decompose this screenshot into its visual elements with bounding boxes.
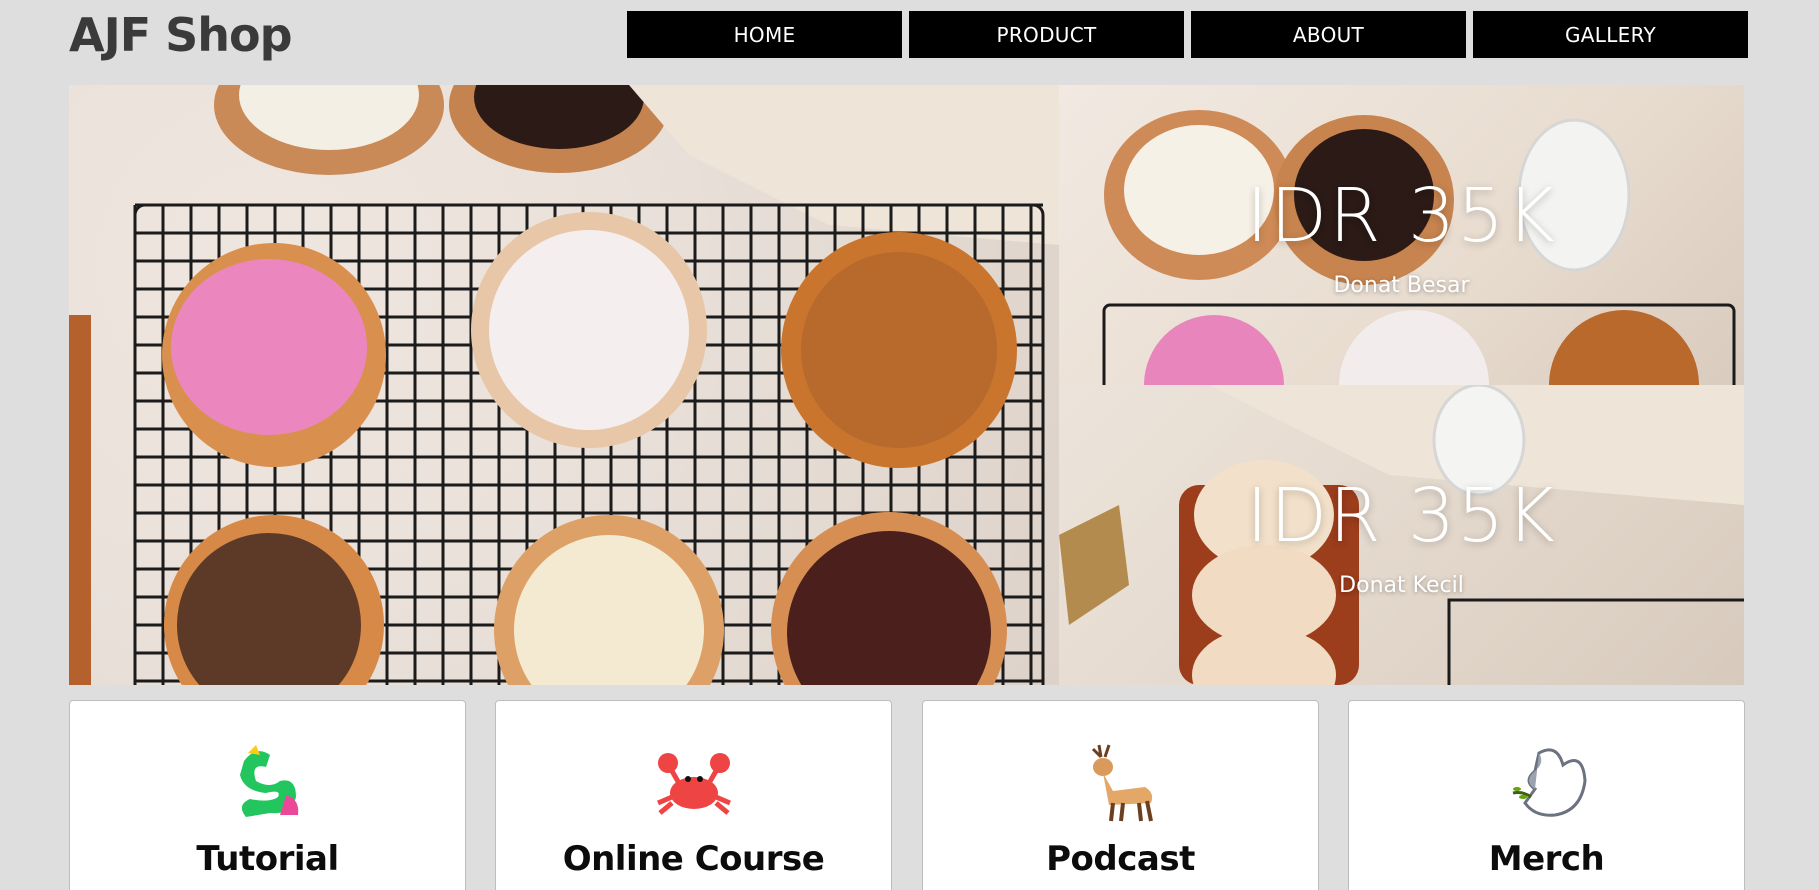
- promo-price: IDR 35K: [1246, 472, 1557, 559]
- nav-gallery[interactable]: GALLERY: [1473, 11, 1748, 58]
- nav-about[interactable]: ABOUT: [1191, 11, 1466, 58]
- promo-name: Donat Kecil: [1339, 572, 1464, 598]
- main-nav: HOME PRODUCT ABOUT GALLERY: [627, 11, 1748, 58]
- hero-donuts-image: [69, 85, 1059, 685]
- card-tutorial[interactable]: Tutorial: [69, 700, 466, 890]
- card-label: Online Course: [562, 839, 825, 879]
- crab-icon: [656, 753, 731, 815]
- promo-price: IDR 35K: [1246, 172, 1557, 259]
- dove-icon: [1512, 748, 1587, 817]
- card-podcast[interactable]: Podcast: [922, 700, 1319, 890]
- card-online-course[interactable]: Online Course: [495, 700, 892, 890]
- nav-product[interactable]: PRODUCT: [909, 11, 1184, 58]
- card-merch[interactable]: Merch: [1348, 700, 1745, 890]
- site-logo[interactable]: AJF Shop: [69, 8, 293, 62]
- card-label: Podcast: [1046, 839, 1195, 879]
- card-label: Tutorial: [196, 839, 339, 879]
- deer-icon: [1091, 744, 1153, 822]
- card-label: Merch: [1488, 839, 1605, 879]
- promo-donat-besar[interactable]: IDR 35K Donat Besar: [1059, 85, 1744, 385]
- nav-home[interactable]: HOME: [627, 11, 902, 58]
- promo-donat-kecil[interactable]: IDR 35K Donat Kecil: [1059, 385, 1744, 685]
- dragon-icon: [239, 745, 298, 817]
- promo-name: Donat Besar: [1333, 272, 1470, 298]
